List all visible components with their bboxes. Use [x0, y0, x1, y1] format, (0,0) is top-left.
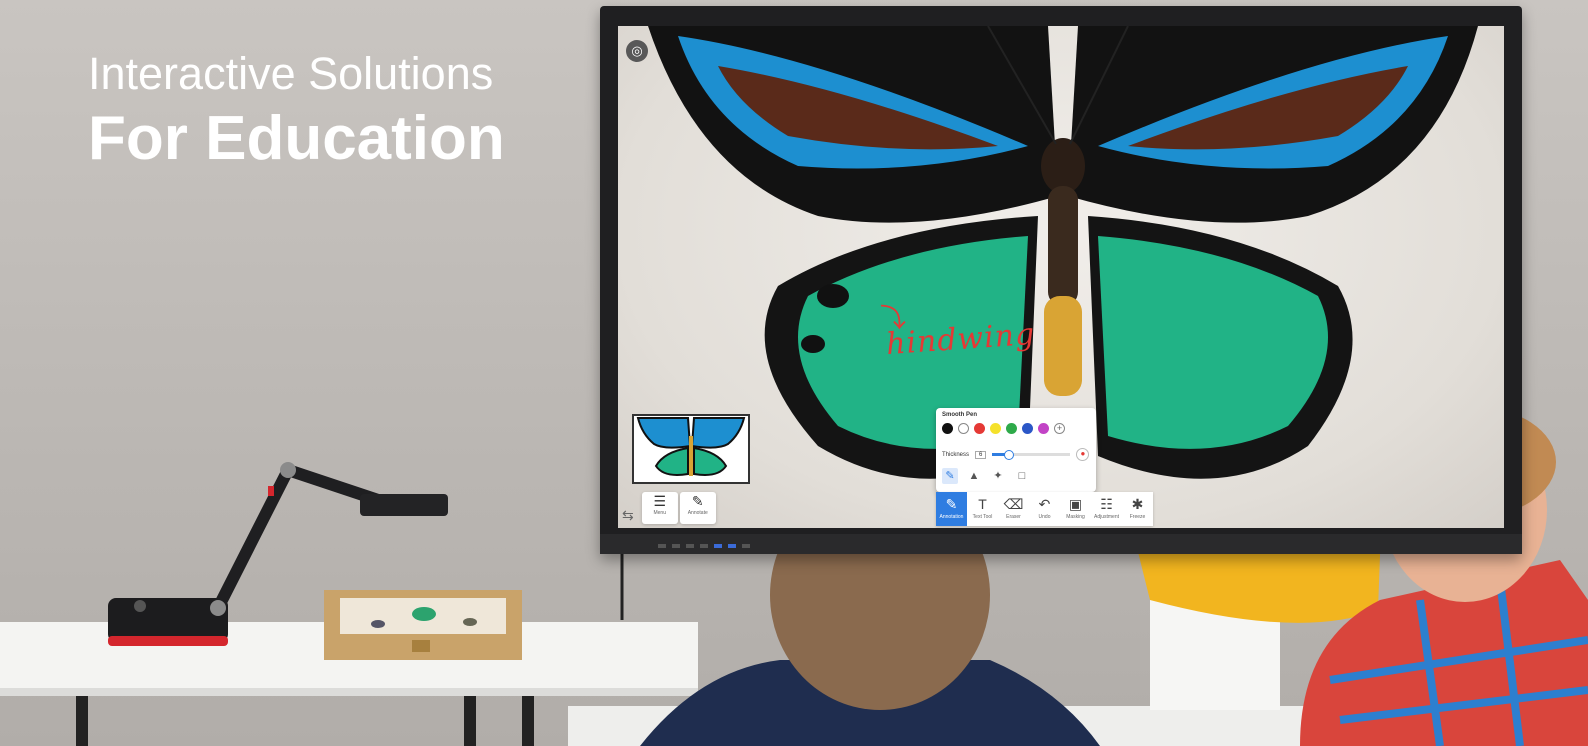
annotate-icon: ✎: [691, 493, 704, 509]
toolbar-button-eraser[interactable]: ⌫ Eraser: [998, 492, 1029, 526]
freeze-icon: ✱: [1131, 496, 1144, 512]
color-swatch[interactable]: [974, 423, 985, 434]
interactive-display: ◎ ⤵ hindwing ⇆ ☰ Menu ✎ Annotate Smooth …: [600, 6, 1522, 554]
menu-icon: ☰: [653, 493, 667, 509]
masking-icon: ▣: [1068, 496, 1083, 512]
thickness-row: Thickness 6 ●: [942, 448, 1090, 461]
thickness-slider[interactable]: [992, 450, 1071, 460]
smooth-pen-panel: Smooth Pen + Thickness 6 ● ✎ ▲ ✦ □: [936, 408, 1096, 492]
smooth-pen-icon[interactable]: ✎: [942, 468, 958, 484]
thumbnail-preview[interactable]: [632, 414, 750, 484]
toolbar-label: Undo: [1038, 514, 1051, 520]
toolbar-label: Freeze: [1129, 514, 1146, 520]
shape-icon[interactable]: □: [1014, 468, 1030, 484]
color-swatch[interactable]: [1038, 423, 1049, 434]
thickness-slider-handle[interactable]: [1003, 450, 1014, 460]
color-swatch[interactable]: [1022, 423, 1033, 434]
toolbar-button-freeze[interactable]: ✱ Freeze: [1122, 492, 1153, 526]
add-color-button[interactable]: +: [1054, 423, 1065, 434]
magic-pen-icon[interactable]: ✦: [990, 468, 1006, 484]
headline-line1: Interactive Solutions: [88, 48, 494, 99]
headline-line2: For Education: [88, 104, 505, 173]
mini-toolbar: ⇆ ☰ Menu ✎ Annotate: [622, 492, 716, 524]
toolbar-button-masking[interactable]: ▣ Masking: [1060, 492, 1091, 526]
toolbar-button-undo[interactable]: ↶ Undo: [1029, 492, 1060, 526]
adjustment-icon: ☷: [1100, 496, 1113, 512]
toolbar-label: Text Tool: [972, 514, 993, 520]
display-screen[interactable]: ◎ ⤵ hindwing ⇆ ☰ Menu ✎ Annotate Smooth …: [618, 26, 1504, 528]
eraser-icon: ⌫: [1003, 496, 1024, 512]
toolbar-label: Adjustment: [1093, 514, 1119, 520]
color-swatch[interactable]: [990, 423, 1001, 434]
hero-headline: Interactive Solutions For Education: [88, 46, 505, 176]
menu-button[interactable]: ☰ Menu: [641, 492, 678, 524]
toolbar-label: Masking: [1066, 514, 1085, 520]
menu-label: Menu: [653, 510, 666, 516]
specimen-box: [324, 590, 522, 660]
camera-icon[interactable]: ◎: [626, 40, 648, 62]
front-ports: [658, 544, 750, 548]
selected-color-indicator: ●: [1076, 448, 1090, 461]
toolbar-label: Annotation: [939, 514, 964, 520]
annotate-button[interactable]: ✎ Annotate: [679, 492, 716, 524]
thickness-value[interactable]: 6: [975, 450, 987, 459]
annotate-label: Annotate: [687, 510, 708, 516]
display-bezel-bottom: [600, 534, 1522, 554]
text-icon: T: [978, 496, 987, 512]
undo-icon: ↶: [1038, 496, 1051, 512]
toolbar-button-annotation[interactable]: ✎ Annotation: [936, 492, 967, 526]
pen-style-selector: ✎ ▲ ✦ □: [942, 468, 1030, 484]
pen-icon: ✎: [945, 496, 958, 512]
toolbar-button-text-tool[interactable]: T Text Tool: [967, 492, 998, 526]
color-palette: +: [942, 423, 1065, 434]
toolbar-label: Eraser: [1006, 514, 1021, 520]
thickness-label: Thickness: [942, 451, 970, 458]
color-swatch[interactable]: [958, 423, 969, 434]
collapse-arrow-icon[interactable]: ⇆: [622, 507, 634, 524]
toolbar-button-adjustment[interactable]: ☷ Adjustment: [1091, 492, 1122, 526]
pen-panel-title: Smooth Pen: [942, 412, 978, 418]
color-swatch[interactable]: [1006, 423, 1017, 434]
color-swatch[interactable]: [942, 423, 953, 434]
highlighter-icon[interactable]: ▲: [966, 468, 982, 484]
annotation-toolbar: ✎ Annotation T Text Tool ⌫ Eraser ↶ Undo ▣ Maskin…: [936, 492, 1153, 526]
